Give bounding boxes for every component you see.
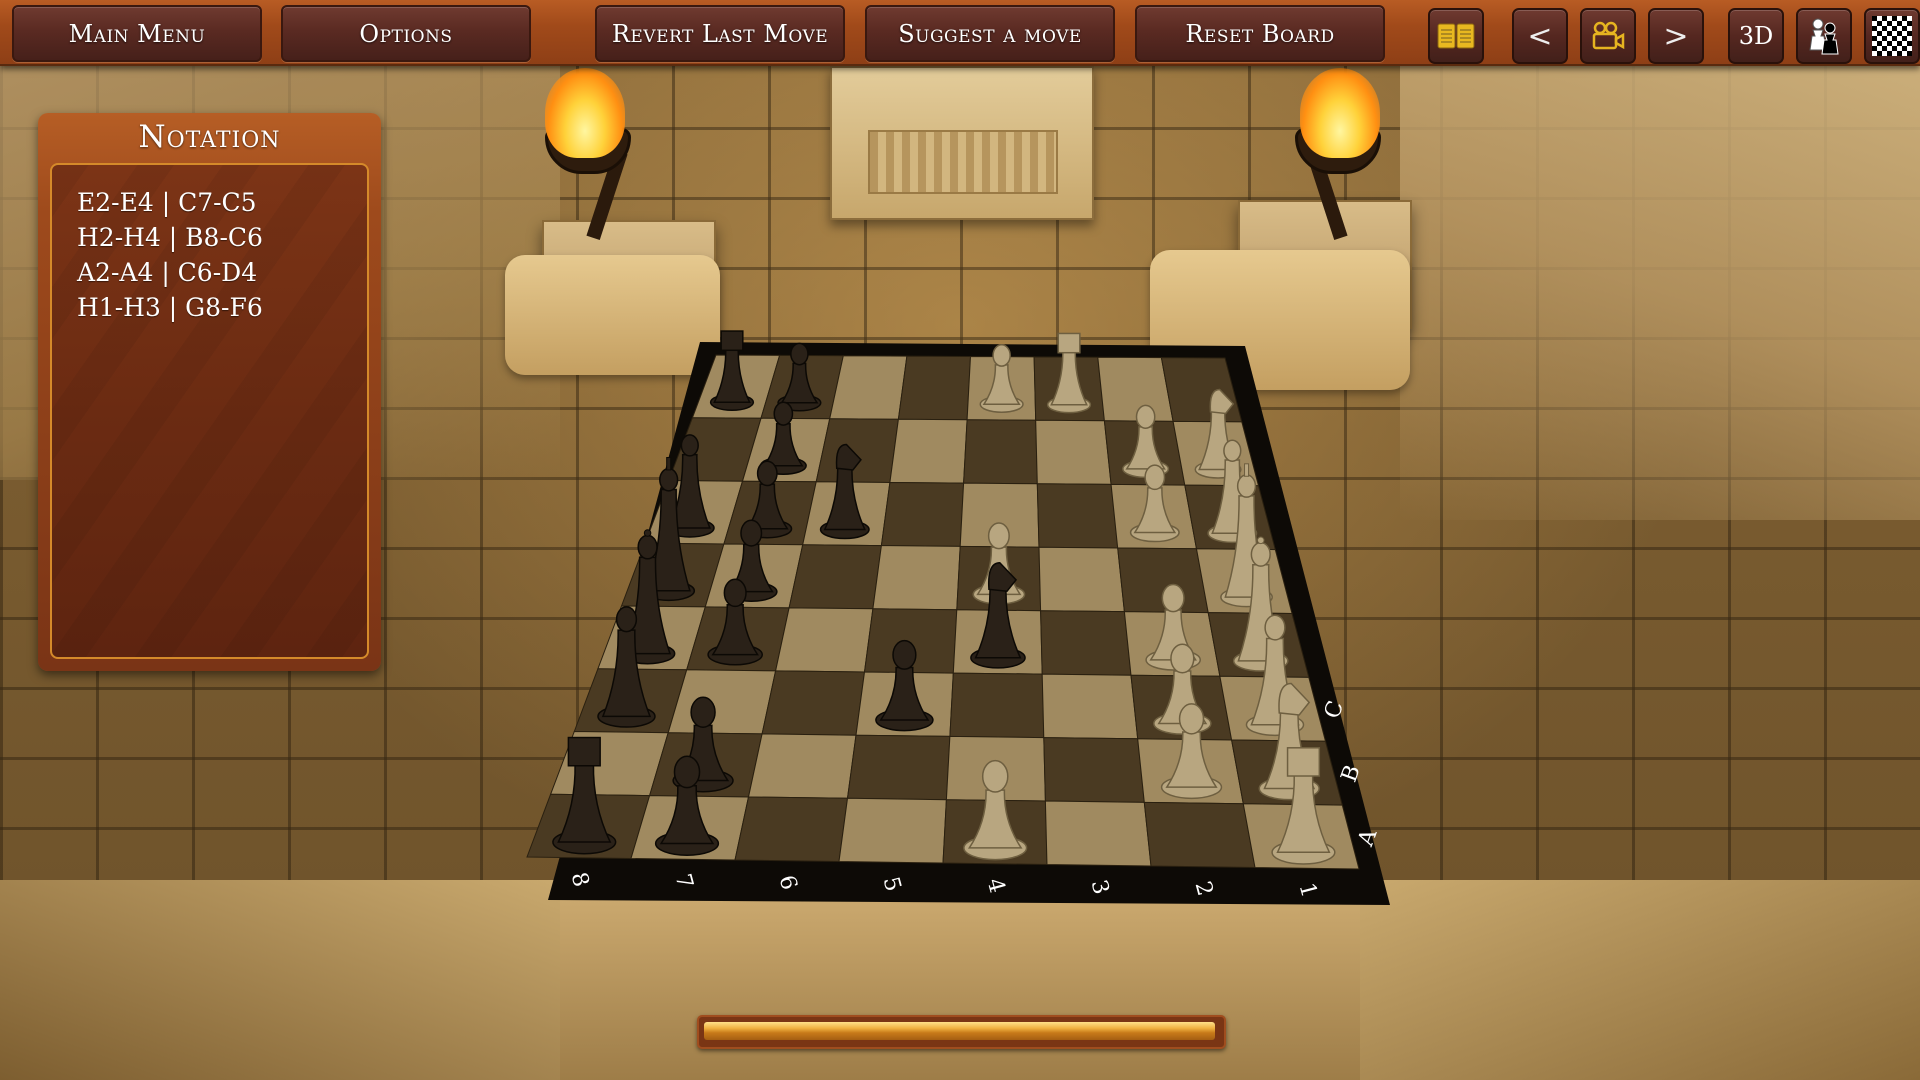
move-row: A2-A4 | C6-D4 bbox=[77, 258, 258, 287]
3d-view-toggle-button[interactable]: 3D bbox=[1728, 8, 1784, 64]
camera-button[interactable] bbox=[1580, 8, 1636, 64]
open-book-icon bbox=[1437, 23, 1475, 49]
board-square-a6[interactable] bbox=[734, 796, 849, 863]
piece-head bbox=[981, 759, 1009, 793]
next-move-button[interactable]: > bbox=[1648, 8, 1704, 64]
pawns-icon bbox=[1809, 18, 1839, 55]
board-square-b5[interactable] bbox=[846, 734, 951, 801]
piece-head bbox=[723, 578, 747, 608]
board-square-f5[interactable] bbox=[880, 481, 965, 547]
board-square-c6[interactable] bbox=[761, 670, 866, 736]
rook-crown bbox=[1286, 747, 1321, 777]
chevron-left-icon: < bbox=[1527, 18, 1553, 54]
progress-bar-fill bbox=[704, 1022, 1215, 1040]
notation-title: Notation bbox=[138, 119, 281, 155]
board-style-button[interactable] bbox=[1864, 8, 1920, 64]
notation-list-container[interactable]: E2-E4 | C7-C5 H2-H4 | B8-C6 A2-A4 | C6-D… bbox=[50, 163, 369, 659]
rook-crown bbox=[720, 330, 744, 352]
board-square-b6[interactable] bbox=[747, 733, 857, 799]
revert-last-move-button[interactable]: Revert Last Move bbox=[595, 5, 845, 62]
piece-head bbox=[790, 342, 809, 366]
move-row: H2-H4 | B8-C6 bbox=[77, 223, 263, 252]
piece-head bbox=[615, 606, 638, 633]
piece-head bbox=[773, 401, 794, 426]
board-square-g4[interactable] bbox=[963, 419, 1038, 485]
piece-head bbox=[892, 639, 917, 670]
piece-head bbox=[1250, 541, 1271, 567]
board-square-d3[interactable] bbox=[1040, 610, 1132, 676]
options-button[interactable]: Options bbox=[281, 5, 531, 62]
piece-head bbox=[1178, 703, 1205, 735]
chevron-right-icon: > bbox=[1663, 18, 1689, 54]
king-cross bbox=[666, 457, 672, 471]
checkerboard-icon bbox=[1872, 16, 1912, 56]
piece-head bbox=[1223, 439, 1242, 462]
board-square-e5[interactable] bbox=[872, 545, 961, 611]
board-square-e3[interactable] bbox=[1038, 546, 1125, 613]
3d-toggle-icon: 3D bbox=[1738, 22, 1774, 50]
board-square-g3[interactable] bbox=[1035, 419, 1112, 485]
piece-head bbox=[1236, 474, 1257, 498]
piece-style-button[interactable] bbox=[1796, 8, 1852, 64]
piece-head bbox=[987, 522, 1010, 550]
progress-bar bbox=[697, 1015, 1226, 1049]
notation-panel: Notation E2-E4 | C7-C5 H2-H4 | B8-C6 A2-… bbox=[38, 113, 381, 671]
board-square-d6[interactable] bbox=[774, 607, 874, 673]
board-square-c7[interactable] bbox=[667, 669, 777, 735]
board-square-g5[interactable] bbox=[889, 418, 968, 484]
notation-book-button[interactable] bbox=[1428, 8, 1484, 64]
piece-head bbox=[740, 519, 763, 547]
board-square-c3[interactable] bbox=[1041, 673, 1139, 740]
move-row: H1-H3 | G8-F6 bbox=[77, 293, 263, 322]
reset-board-button[interactable]: Reset Board bbox=[1135, 5, 1385, 62]
piece-head bbox=[659, 467, 679, 492]
rook-crown bbox=[1057, 332, 1081, 354]
board-square-b3[interactable] bbox=[1043, 737, 1145, 803]
rook-crown bbox=[567, 736, 601, 767]
board-square-e6[interactable] bbox=[788, 544, 882, 610]
board-square-h6[interactable] bbox=[829, 355, 908, 420]
piece-head bbox=[1144, 464, 1166, 491]
move-row: E2-E4 | C7-C5 bbox=[77, 188, 257, 217]
board-square-f3[interactable] bbox=[1036, 483, 1119, 549]
board-square-h2[interactable] bbox=[1097, 356, 1174, 422]
board-square-c4[interactable] bbox=[949, 672, 1045, 739]
piece-head bbox=[756, 460, 778, 487]
piece-head bbox=[680, 434, 699, 457]
piece-head bbox=[637, 534, 658, 560]
piece-head bbox=[1264, 614, 1286, 641]
piece-head bbox=[992, 344, 1011, 367]
queen-finial bbox=[1256, 536, 1265, 545]
board-square-h5[interactable] bbox=[897, 355, 972, 421]
suggest-move-button[interactable]: Suggest a move bbox=[865, 5, 1115, 62]
piece-head bbox=[1135, 404, 1156, 429]
board-square-a5[interactable] bbox=[838, 797, 947, 864]
top-toolbar: Main Menu Options Revert Last Move Sugge… bbox=[0, 0, 1920, 66]
piece-head bbox=[1170, 643, 1195, 674]
piece-head bbox=[690, 696, 716, 728]
movie-camera-icon bbox=[1592, 21, 1625, 50]
queen-finial bbox=[643, 529, 652, 537]
king-cross bbox=[1244, 463, 1250, 477]
piece-head bbox=[673, 755, 701, 789]
board-square-a3[interactable] bbox=[1044, 800, 1152, 867]
piece-head bbox=[1161, 583, 1185, 613]
main-menu-button[interactable]: Main Menu bbox=[12, 5, 262, 62]
previous-move-button[interactable]: < bbox=[1512, 8, 1568, 64]
board-square-a2[interactable] bbox=[1143, 801, 1256, 869]
board-square-g6[interactable] bbox=[815, 418, 899, 484]
move-list: E2-E4 | C7-C5 H2-H4 | B8-C6 A2-A4 | C6-D… bbox=[77, 185, 263, 325]
